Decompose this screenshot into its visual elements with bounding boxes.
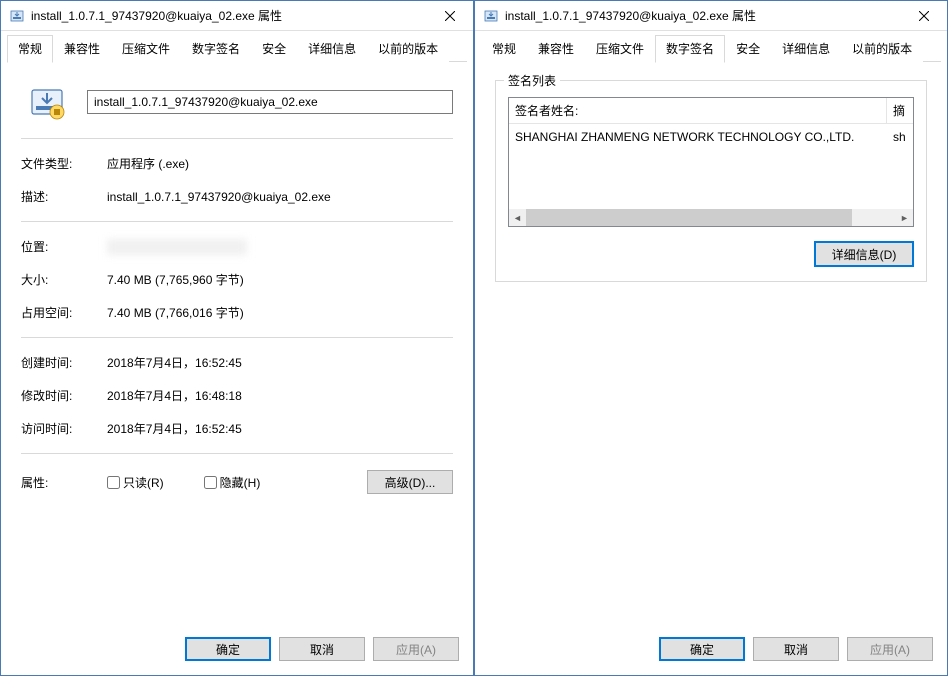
tab-security[interactable]: 安全: [251, 35, 297, 62]
cancel-button[interactable]: 取消: [753, 637, 839, 661]
tab-security[interactable]: 安全: [725, 35, 771, 62]
disksize-label: 占用空间:: [21, 304, 107, 321]
apply-button: 应用(A): [373, 637, 459, 661]
scroll-right-icon[interactable]: ►: [896, 209, 913, 226]
location-label: 位置:: [21, 238, 107, 255]
disksize-value: 7.40 MB (7,766,016 字节): [107, 304, 453, 321]
button-bar: 确定 取消 应用(A): [475, 627, 947, 675]
tab-compat[interactable]: 兼容性: [527, 35, 585, 62]
button-bar: 确定 取消 应用(A): [1, 627, 473, 675]
readonly-input[interactable]: [107, 476, 120, 489]
separator: [21, 138, 453, 139]
filetype-value: 应用程序 (.exe): [107, 155, 453, 172]
close-icon: [919, 11, 929, 21]
signature-listview[interactable]: 签名者姓名: 摘 SHANGHAI ZHANMENG NETWORK TECHN…: [508, 97, 914, 227]
horizontal-scrollbar[interactable]: ◄ ►: [509, 209, 913, 226]
created-label: 创建时间:: [21, 354, 107, 371]
hidden-checkbox[interactable]: 隐藏(H): [204, 474, 261, 491]
close-icon: [445, 11, 455, 21]
tab-sig[interactable]: 数字签名: [655, 35, 725, 63]
tab-prev[interactable]: 以前的版本: [841, 35, 923, 62]
readonly-checkbox[interactable]: 只读(R): [107, 474, 164, 491]
tab-compat[interactable]: 兼容性: [53, 35, 111, 62]
signature-details-button[interactable]: 详细信息(D): [814, 241, 914, 267]
desc-label: 描述:: [21, 188, 107, 205]
titlebar[interactable]: install_1.0.7.1_97437920@kuaiya_02.exe 属…: [1, 1, 473, 31]
ok-button[interactable]: 确定: [659, 637, 745, 661]
readonly-label: 只读(R): [123, 474, 164, 491]
scroll-thumb[interactable]: [526, 209, 852, 226]
window-title: install_1.0.7.1_97437920@kuaiya_02.exe 属…: [505, 7, 901, 24]
accessed-label: 访问时间:: [21, 420, 107, 437]
properties-dialog-signature: install_1.0.7.1_97437920@kuaiya_02.exe 属…: [474, 0, 948, 676]
close-button[interactable]: [901, 1, 947, 30]
created-value: 2018年7月4日，16:52:45: [107, 354, 453, 371]
tab-general[interactable]: 常规: [7, 35, 53, 63]
separator: [21, 337, 453, 338]
separator: [21, 221, 453, 222]
tabbar: 常规 兼容性 压缩文件 数字签名 安全 详细信息 以前的版本: [1, 31, 473, 62]
separator: [21, 453, 453, 454]
modified-value: 2018年7月4日，16:48:18: [107, 387, 453, 404]
scroll-left-icon[interactable]: ◄: [509, 209, 526, 226]
size-label: 大小:: [21, 271, 107, 288]
tab-details[interactable]: 详细信息: [771, 35, 841, 62]
sig-content: 签名列表 签名者姓名: 摘 SHANGHAI ZHANMENG NETWORK …: [475, 62, 947, 627]
installer-icon: [483, 8, 499, 24]
accessed-value: 2018年7月4日，16:52:45: [107, 420, 453, 437]
tab-archive[interactable]: 压缩文件: [585, 35, 655, 62]
filename-input[interactable]: [87, 90, 453, 114]
tabbar: 常规 兼容性 压缩文件 数字签名 安全 详细信息 以前的版本: [475, 31, 947, 62]
signature-group-title: 签名列表: [504, 72, 560, 89]
attrs-label: 属性:: [21, 474, 107, 491]
modified-label: 修改时间:: [21, 387, 107, 404]
ok-button[interactable]: 确定: [185, 637, 271, 661]
listview-header: 签名者姓名: 摘: [509, 98, 913, 124]
tab-sig[interactable]: 数字签名: [181, 35, 251, 62]
tab-archive[interactable]: 压缩文件: [111, 35, 181, 62]
listview-body: SHANGHAI ZHANMENG NETWORK TECHNOLOGY CO.…: [509, 124, 913, 209]
window-title: install_1.0.7.1_97437920@kuaiya_02.exe 属…: [31, 7, 427, 24]
tab-details[interactable]: 详细信息: [297, 35, 367, 62]
location-value: xxxxxxxxxxxxx: [107, 239, 247, 255]
apply-button: 应用(A): [847, 637, 933, 661]
filetype-label: 文件类型:: [21, 155, 107, 172]
installer-icon: [9, 8, 25, 24]
titlebar[interactable]: install_1.0.7.1_97437920@kuaiya_02.exe 属…: [475, 1, 947, 31]
digest-cell: sh: [887, 128, 913, 146]
properties-dialog-general: install_1.0.7.1_97437920@kuaiya_02.exe 属…: [0, 0, 474, 676]
hidden-label: 隐藏(H): [220, 474, 261, 491]
cancel-button[interactable]: 取消: [279, 637, 365, 661]
hidden-input[interactable]: [204, 476, 217, 489]
size-value: 7.40 MB (7,765,960 字节): [107, 271, 453, 288]
tab-prev[interactable]: 以前的版本: [367, 35, 449, 62]
advanced-button[interactable]: 高级(D)...: [367, 470, 453, 494]
header-signer-name[interactable]: 签名者姓名:: [509, 98, 887, 123]
signature-row[interactable]: SHANGHAI ZHANMENG NETWORK TECHNOLOGY CO.…: [509, 124, 913, 150]
tab-general[interactable]: 常规: [481, 35, 527, 62]
signer-name-cell: SHANGHAI ZHANMENG NETWORK TECHNOLOGY CO.…: [509, 128, 887, 146]
desc-value: install_1.0.7.1_97437920@kuaiya_02.exe: [107, 190, 453, 204]
general-content: 文件类型: 应用程序 (.exe) 描述: install_1.0.7.1_97…: [1, 62, 473, 627]
header-digest[interactable]: 摘: [887, 98, 913, 123]
scroll-track[interactable]: [526, 209, 896, 226]
close-button[interactable]: [427, 1, 473, 30]
app-icon: [27, 82, 67, 122]
signature-list-group: 签名列表 签名者姓名: 摘 SHANGHAI ZHANMENG NETWORK …: [495, 80, 927, 282]
